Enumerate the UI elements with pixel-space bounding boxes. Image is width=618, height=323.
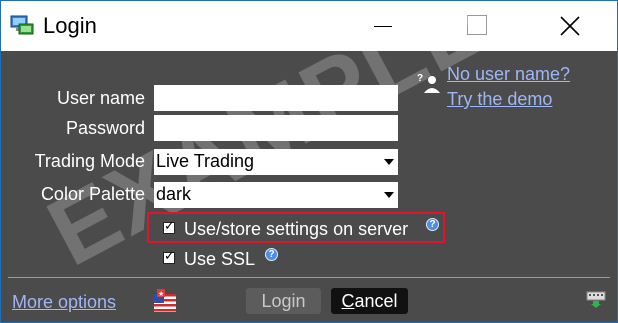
use-ssl-checkbox[interactable] [163,249,175,264]
virtual-keyboard-icon[interactable] [586,291,606,309]
color-palette-select[interactable]: dark [154,182,398,208]
minimize-button[interactable] [360,1,406,51]
language-flag-icon[interactable]: ★ [151,289,179,315]
chevron-down-icon [384,192,394,198]
color-palette-value: dark [156,184,192,204]
window-title: Login [43,13,97,38]
close-icon [560,16,580,36]
login-window: Login EXAMPLE User name Password Trading… [0,0,618,323]
password-input[interactable] [154,115,398,141]
footer-divider [8,277,610,278]
use-ssl-help-icon[interactable]: ? [265,248,278,261]
store-settings-checkbox[interactable] [163,219,175,234]
trading-mode-label: Trading Mode [34,151,145,171]
username-label: User name [56,88,145,108]
maximize-button[interactable] [454,1,500,51]
login-button[interactable]: Login [246,288,321,314]
cancel-label-rest: ancel [354,291,398,311]
user-question-icon: ? [417,73,440,93]
try-demo-link[interactable]: Try the demo [447,89,552,110]
svg-text:?: ? [417,73,423,84]
trading-mode-select[interactable]: Live Trading [154,149,398,175]
username-input[interactable] [154,85,398,111]
app-monitor-icon [10,15,34,35]
password-label: Password [65,118,145,138]
use-ssl-label[interactable]: Use SSL [184,249,255,270]
color-palette-label: Color Palette [40,184,145,204]
store-settings-help-icon[interactable]: ? [426,218,439,231]
trading-mode-value: Live Trading [156,151,255,171]
cancel-button[interactable]: Cancel [331,288,408,314]
cancel-accesskey: C [341,291,355,311]
store-settings-label[interactable]: Use/store settings on server [184,219,408,240]
title-bar: Login [1,1,617,51]
close-button[interactable] [547,1,593,51]
svg-text:★: ★ [158,290,164,298]
no-username-link[interactable]: No user name? [447,64,570,85]
more-options-link[interactable]: More options [12,292,116,313]
chevron-down-icon [384,159,394,165]
